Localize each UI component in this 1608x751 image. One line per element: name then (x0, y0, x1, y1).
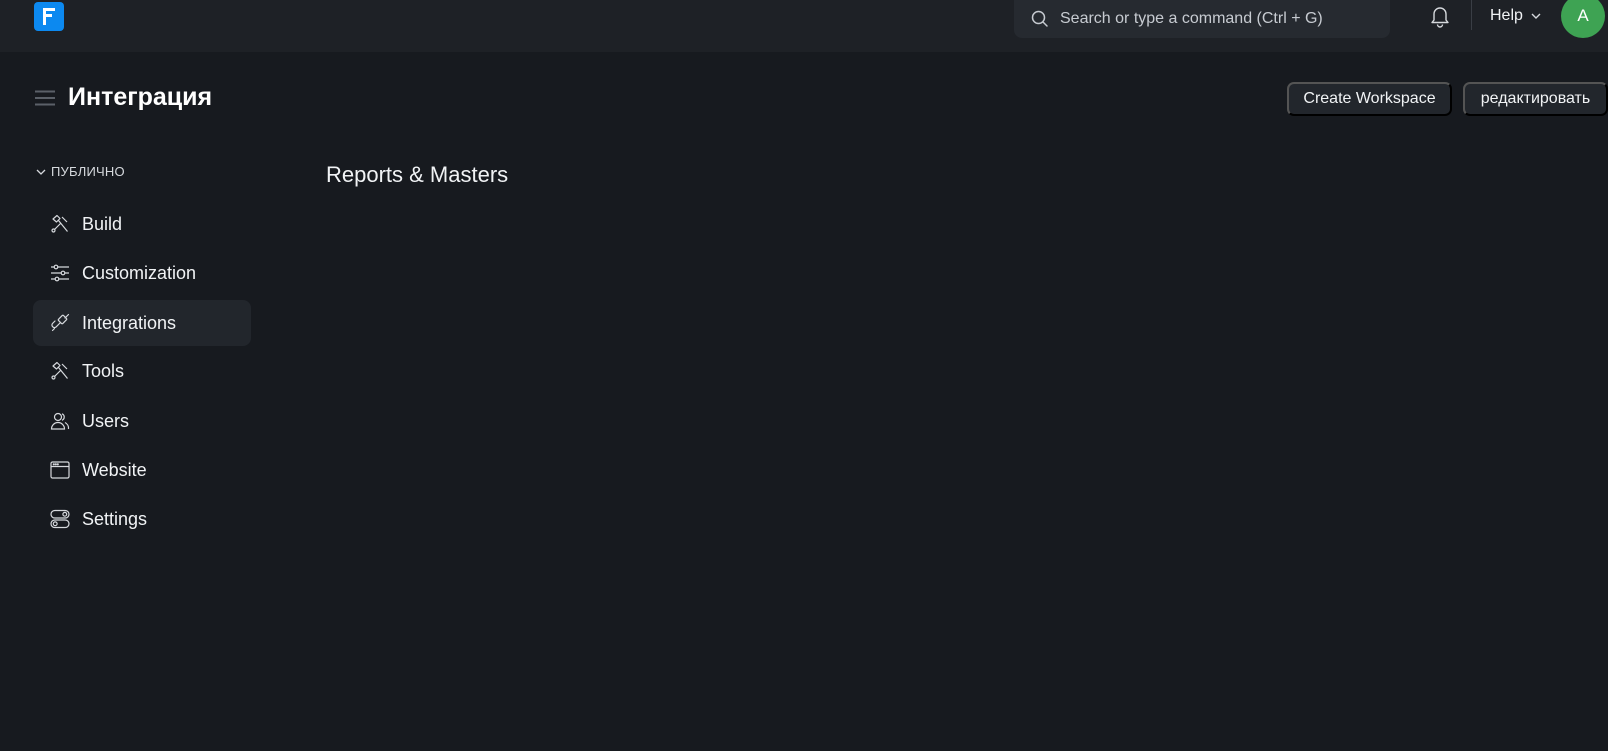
chevron-down-icon (1530, 10, 1542, 22)
sidebar-item-label: Users (82, 410, 130, 431)
sidebar-item-build[interactable]: Build (33, 201, 251, 247)
avatar-initial: A (1577, 6, 1589, 25)
chevron-down-icon (35, 166, 47, 178)
app-logo[interactable] (34, 2, 64, 31)
notifications-bell-icon[interactable] (1429, 4, 1451, 28)
plug-icon (50, 313, 70, 333)
sidebar-item-tools[interactable]: Tools (33, 348, 251, 394)
sidebar-item-label: Website (82, 459, 147, 480)
toggles-icon (50, 509, 70, 529)
sidebar-toggle-menu-icon[interactable] (35, 90, 55, 106)
sidebar-item-label: Settings (82, 508, 148, 529)
sidebar-item-label: Tools (82, 360, 125, 381)
search-icon (1030, 9, 1050, 29)
edit-button[interactable]: редактировать (1463, 82, 1608, 116)
navbar-divider (1471, 0, 1472, 30)
sidebar-item-website[interactable]: Website (33, 447, 251, 493)
top-navbar: Search or type a command (Ctrl + G) Help… (0, 0, 1608, 52)
sidebar-section-label: ПУБЛИЧНО (51, 164, 125, 179)
sidebar-item-customization[interactable]: Customization (33, 250, 251, 296)
page-title: Интеграция (68, 83, 213, 111)
logo-f-icon (43, 8, 55, 25)
sidebar-item-label: Integrations (82, 312, 177, 333)
users-icon (50, 411, 70, 431)
reports-masters-heading: Reports & Masters (326, 162, 509, 187)
user-avatar[interactable]: A (1561, 0, 1605, 38)
sidebar-item-label: Customization (82, 262, 197, 283)
search-bar[interactable]: Search or type a command (Ctrl + G) (1014, 0, 1390, 38)
sidebar-item-label: Build (82, 213, 123, 234)
help-dropdown[interactable]: Help (1490, 5, 1542, 27)
help-label: Help (1490, 7, 1523, 24)
create-workspace-button[interactable]: Create Workspace (1287, 82, 1452, 116)
sidebar-item-integrations[interactable]: Integrations (33, 300, 251, 346)
sidebar-item-settings[interactable]: Settings (33, 496, 251, 542)
tools-icon (50, 361, 70, 381)
hammer-icon (50, 214, 70, 234)
sidebar-item-users[interactable]: Users (33, 398, 251, 444)
browser-window-icon (50, 460, 70, 480)
sidebar-section-public[interactable]: ПУБЛИЧНО (35, 164, 125, 179)
search-placeholder: Search or type a command (Ctrl + G) (1060, 10, 1323, 27)
sliders-icon (50, 263, 70, 283)
